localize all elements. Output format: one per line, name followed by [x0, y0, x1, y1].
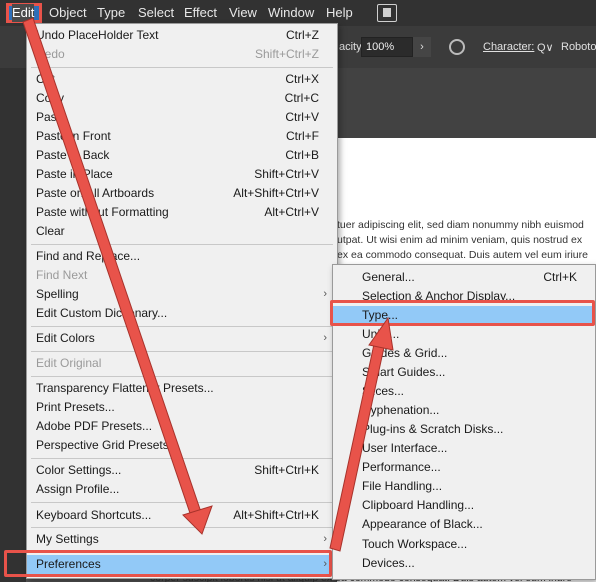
menu-separator: [31, 351, 333, 352]
menu-item-spelling[interactable]: Spelling ›: [27, 285, 337, 304]
menu-select[interactable]: Select: [138, 4, 174, 22]
menu-item-clear[interactable]: Clear: [27, 222, 337, 241]
menu-item-hyphenation[interactable]: Hyphenation...: [333, 401, 595, 420]
menu-item-edit-colors[interactable]: Edit Colors ›: [27, 329, 337, 348]
tools-panel: [0, 68, 26, 582]
menu-item-smart-guides[interactable]: Smart Guides...: [333, 363, 595, 382]
globe-icon[interactable]: [449, 39, 465, 55]
menu-separator: [31, 326, 333, 327]
menu-item-adobe-pdf-presets[interactable]: Adobe PDF Presets...: [27, 417, 337, 436]
menu-item-guides-grid[interactable]: Guides & Grid...: [333, 344, 595, 363]
menu-item-edit-custom-dictionary[interactable]: Edit Custom Dictionary...: [27, 304, 337, 323]
menu-item-plug-ins-scratch-disks[interactable]: Plug-ins & Scratch Disks...: [333, 420, 595, 439]
menu-separator: [31, 244, 333, 245]
menu-effect[interactable]: Effect: [184, 4, 217, 22]
menu-item-keyboard-shortcuts[interactable]: Keyboard Shortcuts... Alt+Shift+Ctrl+K: [27, 506, 337, 525]
menu-separator: [31, 527, 333, 528]
menu-item-slices[interactable]: Slices...: [333, 382, 595, 401]
menu-item-perspective-grid-presets[interactable]: Perspective Grid Presets...: [27, 436, 337, 455]
menu-item-touch-workspace[interactable]: Touch Workspace...: [333, 535, 595, 554]
menu-separator: [31, 376, 333, 377]
menu-item-user-interface[interactable]: User Interface...: [333, 439, 595, 458]
menu-item-devices[interactable]: Devices...: [333, 554, 595, 573]
menu-item-color-settings[interactable]: Color Settings... Shift+Ctrl+K: [27, 461, 337, 480]
menu-item-clipboard-handling[interactable]: Clipboard Handling...: [333, 496, 595, 515]
edit-menu: Undo PlaceHolder Text Ctrl+Z Redo Shift+Ct…: [26, 23, 338, 579]
menu-item-assign-profile[interactable]: Assign Profile...: [27, 480, 337, 499]
menu-view[interactable]: View: [229, 4, 257, 22]
menu-item-paste[interactable]: Paste Ctrl+V: [27, 108, 337, 127]
menu-item-redo: Redo Shift+Ctrl+Z: [36, 47, 319, 61]
type-highlight-box: [330, 300, 595, 326]
opacity-input[interactable]: 100%: [361, 37, 413, 57]
menu-item-paste-in-back[interactable]: Paste in Back Ctrl+B: [27, 146, 337, 165]
menu-item-copy[interactable]: Copy Ctrl+C: [27, 89, 337, 108]
menu-item-general[interactable]: General... Ctrl+K: [333, 268, 595, 287]
submenu-arrow-icon: ›: [323, 533, 327, 545]
arrange-documents-icon[interactable]: [377, 4, 397, 22]
menu-item-transparency-flattener-presets[interactable]: Transparency Flattener Presets...: [27, 379, 337, 398]
font-search-icon[interactable]: Q∨: [537, 41, 554, 54]
menu-type[interactable]: Type: [97, 4, 125, 22]
menu-item-paste-in-front[interactable]: Paste in Front Ctrl+F: [27, 127, 337, 146]
menu-item-print-presets[interactable]: Print Presets...: [27, 398, 337, 417]
menu-item-file-handling[interactable]: File Handling...: [333, 477, 595, 496]
submenu-arrow-icon: ›: [323, 332, 327, 344]
menu-item-cut[interactable]: Cut Ctrl+X: [27, 70, 337, 89]
menu-item-my-settings[interactable]: My Settings ›: [27, 530, 337, 549]
menu-edit[interactable]: Edit: [12, 4, 35, 22]
menu-window[interactable]: Window: [268, 4, 314, 22]
menu-item-undo[interactable]: Undo PlaceHolder Text Ctrl+Z: [27, 26, 337, 45]
document-text-line: utpat. Ut wisi enim ad minim veniam, qui…: [337, 234, 583, 246]
menu-item-edit-original: Edit Original: [36, 356, 102, 370]
menu-item-appearance-of-black[interactable]: Appearance of Black...: [333, 515, 595, 534]
menu-separator: [31, 502, 333, 503]
document-tab-area: [337, 68, 596, 138]
submenu-arrow-icon: ›: [323, 288, 327, 300]
menu-item-find-and-replace[interactable]: Find and Replace...: [27, 247, 337, 266]
menu-item-performance[interactable]: Performance...: [333, 458, 595, 477]
document-text-line: ex ea commodo consequat. Duis autem vel …: [337, 249, 588, 261]
opacity-arrow-button[interactable]: ›: [413, 37, 431, 57]
menu-separator: [31, 67, 333, 68]
menu-item-paste-on-all-artboards[interactable]: Paste on All Artboards Alt+Shift+Ctrl+V: [27, 184, 337, 203]
menu-item-find-next: Find Next: [36, 268, 88, 282]
character-label[interactable]: Character:: [483, 41, 534, 53]
font-family-value[interactable]: Roboto: [561, 41, 596, 53]
menu-object[interactable]: Object: [49, 4, 87, 22]
menu-item-paste-without-formatting[interactable]: Paste without Formatting Alt+Ctrl+V: [27, 203, 337, 222]
menu-help[interactable]: Help: [326, 4, 353, 22]
menu-item-paste-in-place[interactable]: Paste in Place Shift+Ctrl+V: [27, 165, 337, 184]
menu-separator: [31, 458, 333, 459]
menu-item-units[interactable]: Units...: [333, 325, 595, 344]
document-text-line: tuer adipiscing elit, sed diam nonummy n…: [337, 219, 584, 231]
preferences-highlight-box: [4, 550, 332, 577]
